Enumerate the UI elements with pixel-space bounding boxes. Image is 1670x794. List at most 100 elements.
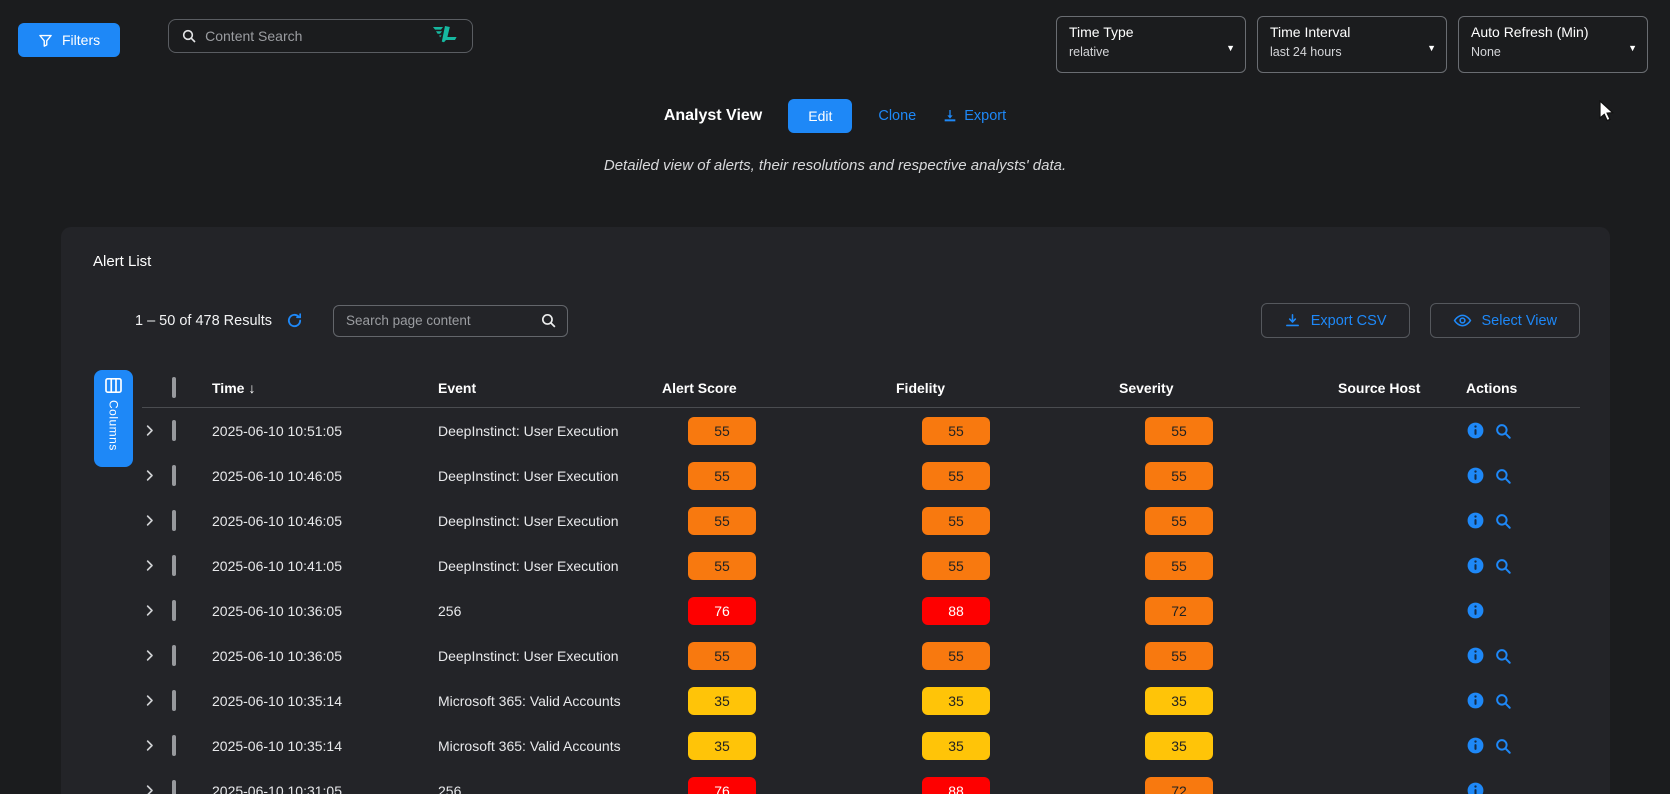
expand-row-chevron-icon[interactable]	[142, 648, 172, 663]
edit-view-button[interactable]: Edit	[788, 99, 852, 133]
alert-score-badge: 76	[688, 777, 756, 794]
column-header-time[interactable]: Time ↓	[212, 380, 438, 396]
column-header-event[interactable]: Event	[438, 380, 662, 396]
time-type-label: Time Type	[1069, 24, 1235, 40]
search-action-icon[interactable]	[1494, 692, 1512, 710]
column-header-alert-score[interactable]: Alert Score	[662, 380, 896, 396]
table-row: 2025-06-10 10:36:05 DeepInstinct: User E…	[142, 633, 1580, 678]
expand-row-chevron-icon[interactable]	[142, 783, 172, 794]
page-search-box[interactable]	[333, 305, 568, 337]
time-cell: 2025-06-10 10:31:05	[212, 783, 438, 794]
expand-row-chevron-icon[interactable]	[142, 603, 172, 618]
content-search-input[interactable]	[205, 28, 424, 44]
time-cell: 2025-06-10 10:35:14	[212, 693, 438, 709]
expand-row-chevron-icon[interactable]	[142, 738, 172, 753]
fidelity-badge: 55	[922, 507, 990, 535]
expand-row-chevron-icon[interactable]	[142, 423, 172, 438]
refresh-button[interactable]	[286, 312, 303, 329]
search-action-icon[interactable]	[1494, 557, 1512, 575]
info-action-icon[interactable]	[1466, 556, 1485, 575]
download-icon	[942, 108, 958, 124]
chevron-down-icon: ▼	[1226, 43, 1235, 53]
chevron-down-icon: ▼	[1628, 43, 1637, 53]
top-toolbar: Filters Time Type relative ▼ Time Interv…	[0, 0, 1670, 73]
event-cell: DeepInstinct: User Execution	[438, 468, 662, 484]
alert-table-zone: Columns Time ↓ Event Alert Score Fidelit…	[91, 368, 1580, 794]
columns-tab[interactable]: Columns	[94, 370, 133, 467]
table-row: 2025-06-10 10:31:05 256 76 88 72	[142, 768, 1580, 794]
column-header-source-host[interactable]: Source Host	[1338, 380, 1466, 396]
row-checkbox[interactable]	[172, 735, 176, 756]
event-cell: DeepInstinct: User Execution	[438, 423, 662, 439]
row-checkbox[interactable]	[172, 780, 176, 794]
info-action-icon[interactable]	[1466, 736, 1485, 755]
row-actions	[1466, 556, 1580, 575]
event-cell: DeepInstinct: User Execution	[438, 513, 662, 529]
row-checkbox[interactable]	[172, 555, 176, 576]
time-interval-dropdown[interactable]: Time Interval last 24 hours ▼	[1257, 16, 1447, 73]
info-action-icon[interactable]	[1466, 421, 1485, 440]
time-cell: 2025-06-10 10:51:05	[212, 423, 438, 439]
column-header-severity[interactable]: Severity	[1119, 380, 1338, 396]
fidelity-badge: 55	[922, 552, 990, 580]
alert-list-panel: Alert List 1 – 50 of 478 Results Export …	[61, 227, 1610, 794]
eye-icon	[1453, 311, 1472, 330]
table-body: 2025-06-10 10:51:05 DeepInstinct: User E…	[142, 408, 1580, 794]
info-action-icon[interactable]	[1466, 691, 1485, 710]
severity-badge: 55	[1145, 642, 1213, 670]
info-action-icon[interactable]	[1466, 781, 1485, 794]
search-action-icon[interactable]	[1494, 512, 1512, 530]
search-action-icon[interactable]	[1494, 647, 1512, 665]
time-type-value: relative	[1069, 45, 1235, 59]
info-action-icon[interactable]	[1466, 466, 1485, 485]
fidelity-badge: 55	[922, 417, 990, 445]
info-action-icon[interactable]	[1466, 646, 1485, 665]
column-header-actions: Actions	[1466, 380, 1580, 396]
table-header-row: Time ↓ Event Alert Score Fidelity Severi…	[142, 368, 1580, 408]
info-action-icon[interactable]	[1466, 511, 1485, 530]
severity-badge: 72	[1145, 597, 1213, 625]
row-actions	[1466, 421, 1580, 440]
row-checkbox[interactable]	[172, 420, 176, 441]
alert-score-badge: 55	[688, 642, 756, 670]
row-checkbox[interactable]	[172, 510, 176, 531]
row-checkbox[interactable]	[172, 600, 176, 621]
event-cell: 256	[438, 603, 662, 619]
row-actions	[1466, 781, 1580, 794]
row-checkbox[interactable]	[172, 465, 176, 486]
time-cell: 2025-06-10 10:36:05	[212, 603, 438, 619]
row-checkbox[interactable]	[172, 690, 176, 711]
select-all-checkbox[interactable]	[172, 377, 176, 398]
table-row: 2025-06-10 10:41:05 DeepInstinct: User E…	[142, 543, 1580, 588]
search-action-icon[interactable]	[1494, 737, 1512, 755]
expand-row-chevron-icon[interactable]	[142, 558, 172, 573]
filters-button[interactable]: Filters	[18, 23, 120, 57]
time-type-dropdown[interactable]: Time Type relative ▼	[1056, 16, 1246, 73]
column-header-fidelity[interactable]: Fidelity	[896, 380, 1119, 396]
event-cell: DeepInstinct: User Execution	[438, 648, 662, 664]
search-action-icon[interactable]	[1494, 467, 1512, 485]
export-csv-label: Export CSV	[1311, 313, 1387, 329]
sort-descending-icon[interactable]: ↓	[248, 380, 255, 396]
search-icon[interactable]	[540, 312, 557, 329]
search-action-icon[interactable]	[1494, 422, 1512, 440]
auto-refresh-dropdown[interactable]: Auto Refresh (Min) None ▼	[1458, 16, 1648, 73]
clone-view-link[interactable]: Clone	[878, 108, 916, 124]
table-row: 2025-06-10 10:35:14 Microsoft 365: Valid…	[142, 678, 1580, 723]
expand-row-chevron-icon[interactable]	[142, 693, 172, 708]
content-search-box[interactable]	[168, 19, 473, 53]
expand-row-chevron-icon[interactable]	[142, 513, 172, 528]
page-search-input[interactable]	[346, 313, 540, 328]
event-cell: Microsoft 365: Valid Accounts	[438, 738, 662, 754]
auto-refresh-value: None	[1471, 45, 1637, 59]
info-action-icon[interactable]	[1466, 601, 1485, 620]
table-controls-row: 1 – 50 of 478 Results Export CSV	[91, 303, 1580, 338]
row-checkbox[interactable]	[172, 645, 176, 666]
lucene-query-logo-icon[interactable]	[432, 25, 460, 48]
export-csv-button[interactable]: Export CSV	[1261, 303, 1410, 338]
severity-badge: 72	[1145, 777, 1213, 794]
export-view-link[interactable]: Export	[942, 108, 1006, 124]
select-view-button[interactable]: Select View	[1430, 303, 1581, 338]
fidelity-badge: 35	[922, 732, 990, 760]
expand-row-chevron-icon[interactable]	[142, 468, 172, 483]
